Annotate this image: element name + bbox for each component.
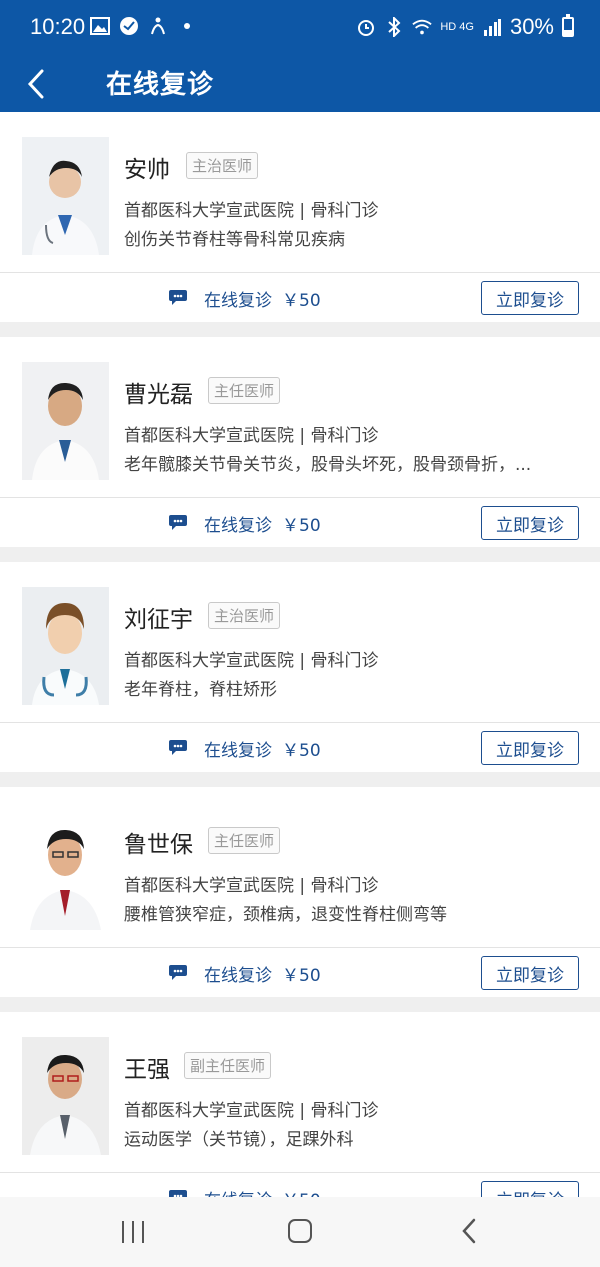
consult-now-button[interactable]: 立即复诊 <box>481 281 579 315</box>
doctor-name: 安帅 <box>124 157 170 183</box>
navigation-bar: 在线复诊 <box>0 56 600 112</box>
chat-bubble-icon <box>168 738 188 756</box>
doctor-photo <box>22 362 109 480</box>
doctor-name: 鲁世保 <box>124 832 193 858</box>
system-navigation-bar <box>0 1197 600 1267</box>
status-left-icons <box>90 16 197 36</box>
doctor-card[interactable]: 安帅 主治医师 首都医科大学宣武医院 | 骨科门诊 创伤关节脊柱等骨科常见疾病 … <box>0 112 600 322</box>
doctor-list[interactable]: 安帅 主治医师 首都医科大学宣武医院 | 骨科门诊 创伤关节脊柱等骨科常见疾病 … <box>0 112 600 1197</box>
card-divider <box>0 1172 600 1173</box>
recent-apps-icon[interactable] <box>122 1221 144 1243</box>
battery-level <box>564 30 572 35</box>
doctor-card[interactable]: 曹光磊 主任医师 首都医科大学宣武医院 | 骨科门诊 老年髋膝关节骨关节炎，股骨… <box>0 337 600 547</box>
doctor-photo <box>22 587 109 705</box>
chat-bubble-icon <box>168 288 188 306</box>
consult-now-button[interactable]: 立即复诊 <box>481 1181 579 1197</box>
bluetooth-icon <box>384 17 404 37</box>
doctor-specialty: 腰椎管狭窄症，颈椎病，退变性脊柱侧弯等 <box>124 905 447 925</box>
doctor-specialty: 创伤关节脊柱等骨科常见疾病 <box>124 230 345 250</box>
consult-price: ￥50 <box>282 966 321 986</box>
battery-icon <box>562 14 574 37</box>
doctor-title-badge: 主任医师 <box>208 827 281 854</box>
doctor-hospital: 首都医科大学宣武医院 | 骨科门诊 <box>124 876 379 896</box>
doctor-hospital: 首都医科大学宣武医院 | 骨科门诊 <box>124 651 379 671</box>
battery-percent: 30% <box>509 14 554 39</box>
consult-price: ￥50 <box>282 291 321 311</box>
doctor-title-badge: 主任医师 <box>208 377 281 404</box>
doctor-card[interactable]: 鲁世保 主任医师 首都医科大学宣武医院 | 骨科门诊 腰椎管狭窄症，颈椎病，退变… <box>0 787 600 997</box>
consult-price: ￥50 <box>282 1186 321 1197</box>
doctor-title-badge: 主治医师 <box>186 152 259 179</box>
status-bar: 10:20 HD 4G 30% <box>0 0 600 56</box>
doctor-specialty: 老年脊柱，脊柱矫形 <box>124 680 277 700</box>
doctor-photo <box>22 137 109 255</box>
card-divider <box>0 947 600 948</box>
card-divider <box>0 497 600 498</box>
doctor-title-badge: 主治医师 <box>208 602 281 629</box>
network-label: HD 4G <box>440 21 474 33</box>
doctor-hospital: 首都医科大学宣武医院 | 骨科门诊 <box>124 426 379 446</box>
chat-bubble-icon <box>168 963 188 981</box>
doctor-card[interactable]: 王强 副主任医师 首都医科大学宣武医院 | 骨科门诊 运动医学（关节镜），足踝外… <box>0 1012 600 1197</box>
doctor-specialty: 运动医学（关节镜），足踝外科 <box>124 1130 354 1150</box>
back-arrow-icon[interactable] <box>18 64 54 104</box>
consult-now-button[interactable]: 立即复诊 <box>481 956 579 990</box>
consult-type-label: 在线复诊 <box>204 966 272 986</box>
image-icon <box>90 16 110 36</box>
status-right: HD 4G 30% <box>356 14 574 40</box>
clock-app-icon <box>119 16 139 36</box>
doctor-name: 曹光磊 <box>124 382 193 408</box>
doctor-title-badge: 副主任医师 <box>184 1052 272 1079</box>
consult-price: ￥50 <box>282 741 321 761</box>
doctor-photo <box>22 1037 109 1155</box>
chat-bubble-icon <box>168 1188 188 1197</box>
system-back-icon[interactable] <box>458 1217 480 1245</box>
page-title: 在线复诊 <box>106 70 215 100</box>
chat-bubble-icon <box>168 513 188 531</box>
consult-type-label: 在线复诊 <box>204 516 272 536</box>
wifi-icon <box>412 17 432 37</box>
consult-type-label: 在线复诊 <box>204 741 272 761</box>
doctor-name: 刘征宇 <box>124 607 193 633</box>
consult-now-button[interactable]: 立即复诊 <box>481 731 579 765</box>
home-icon[interactable] <box>288 1219 312 1243</box>
card-divider <box>0 272 600 273</box>
consult-type-label: 在线复诊 <box>204 1186 272 1197</box>
accessibility-icon <box>148 16 168 36</box>
doctor-card[interactable]: 刘征宇 主治医师 首都医科大学宣武医院 | 骨科门诊 老年脊柱，脊柱矫形 在线复… <box>0 562 600 772</box>
doctor-hospital: 首都医科大学宣武医院 | 骨科门诊 <box>124 201 379 221</box>
consult-now-button[interactable]: 立即复诊 <box>481 506 579 540</box>
status-time: 10:20 <box>30 14 86 39</box>
doctor-specialty: 老年髋膝关节骨关节炎，股骨头坏死，股骨颈骨折，... <box>124 455 532 475</box>
dot-icon <box>177 16 197 36</box>
doctor-photo <box>22 812 109 930</box>
alarm-icon <box>356 17 376 37</box>
consult-type-label: 在线复诊 <box>204 291 272 311</box>
card-divider <box>0 722 600 723</box>
consult-price: ￥50 <box>282 516 321 536</box>
app-screen: 10:20 HD 4G 30% 在线复诊 安帅 主治医师 首都医科大学宣武医院 … <box>0 0 600 1267</box>
top-bar: 10:20 HD 4G 30% 在线复诊 <box>0 0 600 112</box>
doctor-name: 王强 <box>124 1057 170 1083</box>
doctor-hospital: 首都医科大学宣武医院 | 骨科门诊 <box>124 1101 379 1121</box>
signal-icon <box>482 17 502 37</box>
